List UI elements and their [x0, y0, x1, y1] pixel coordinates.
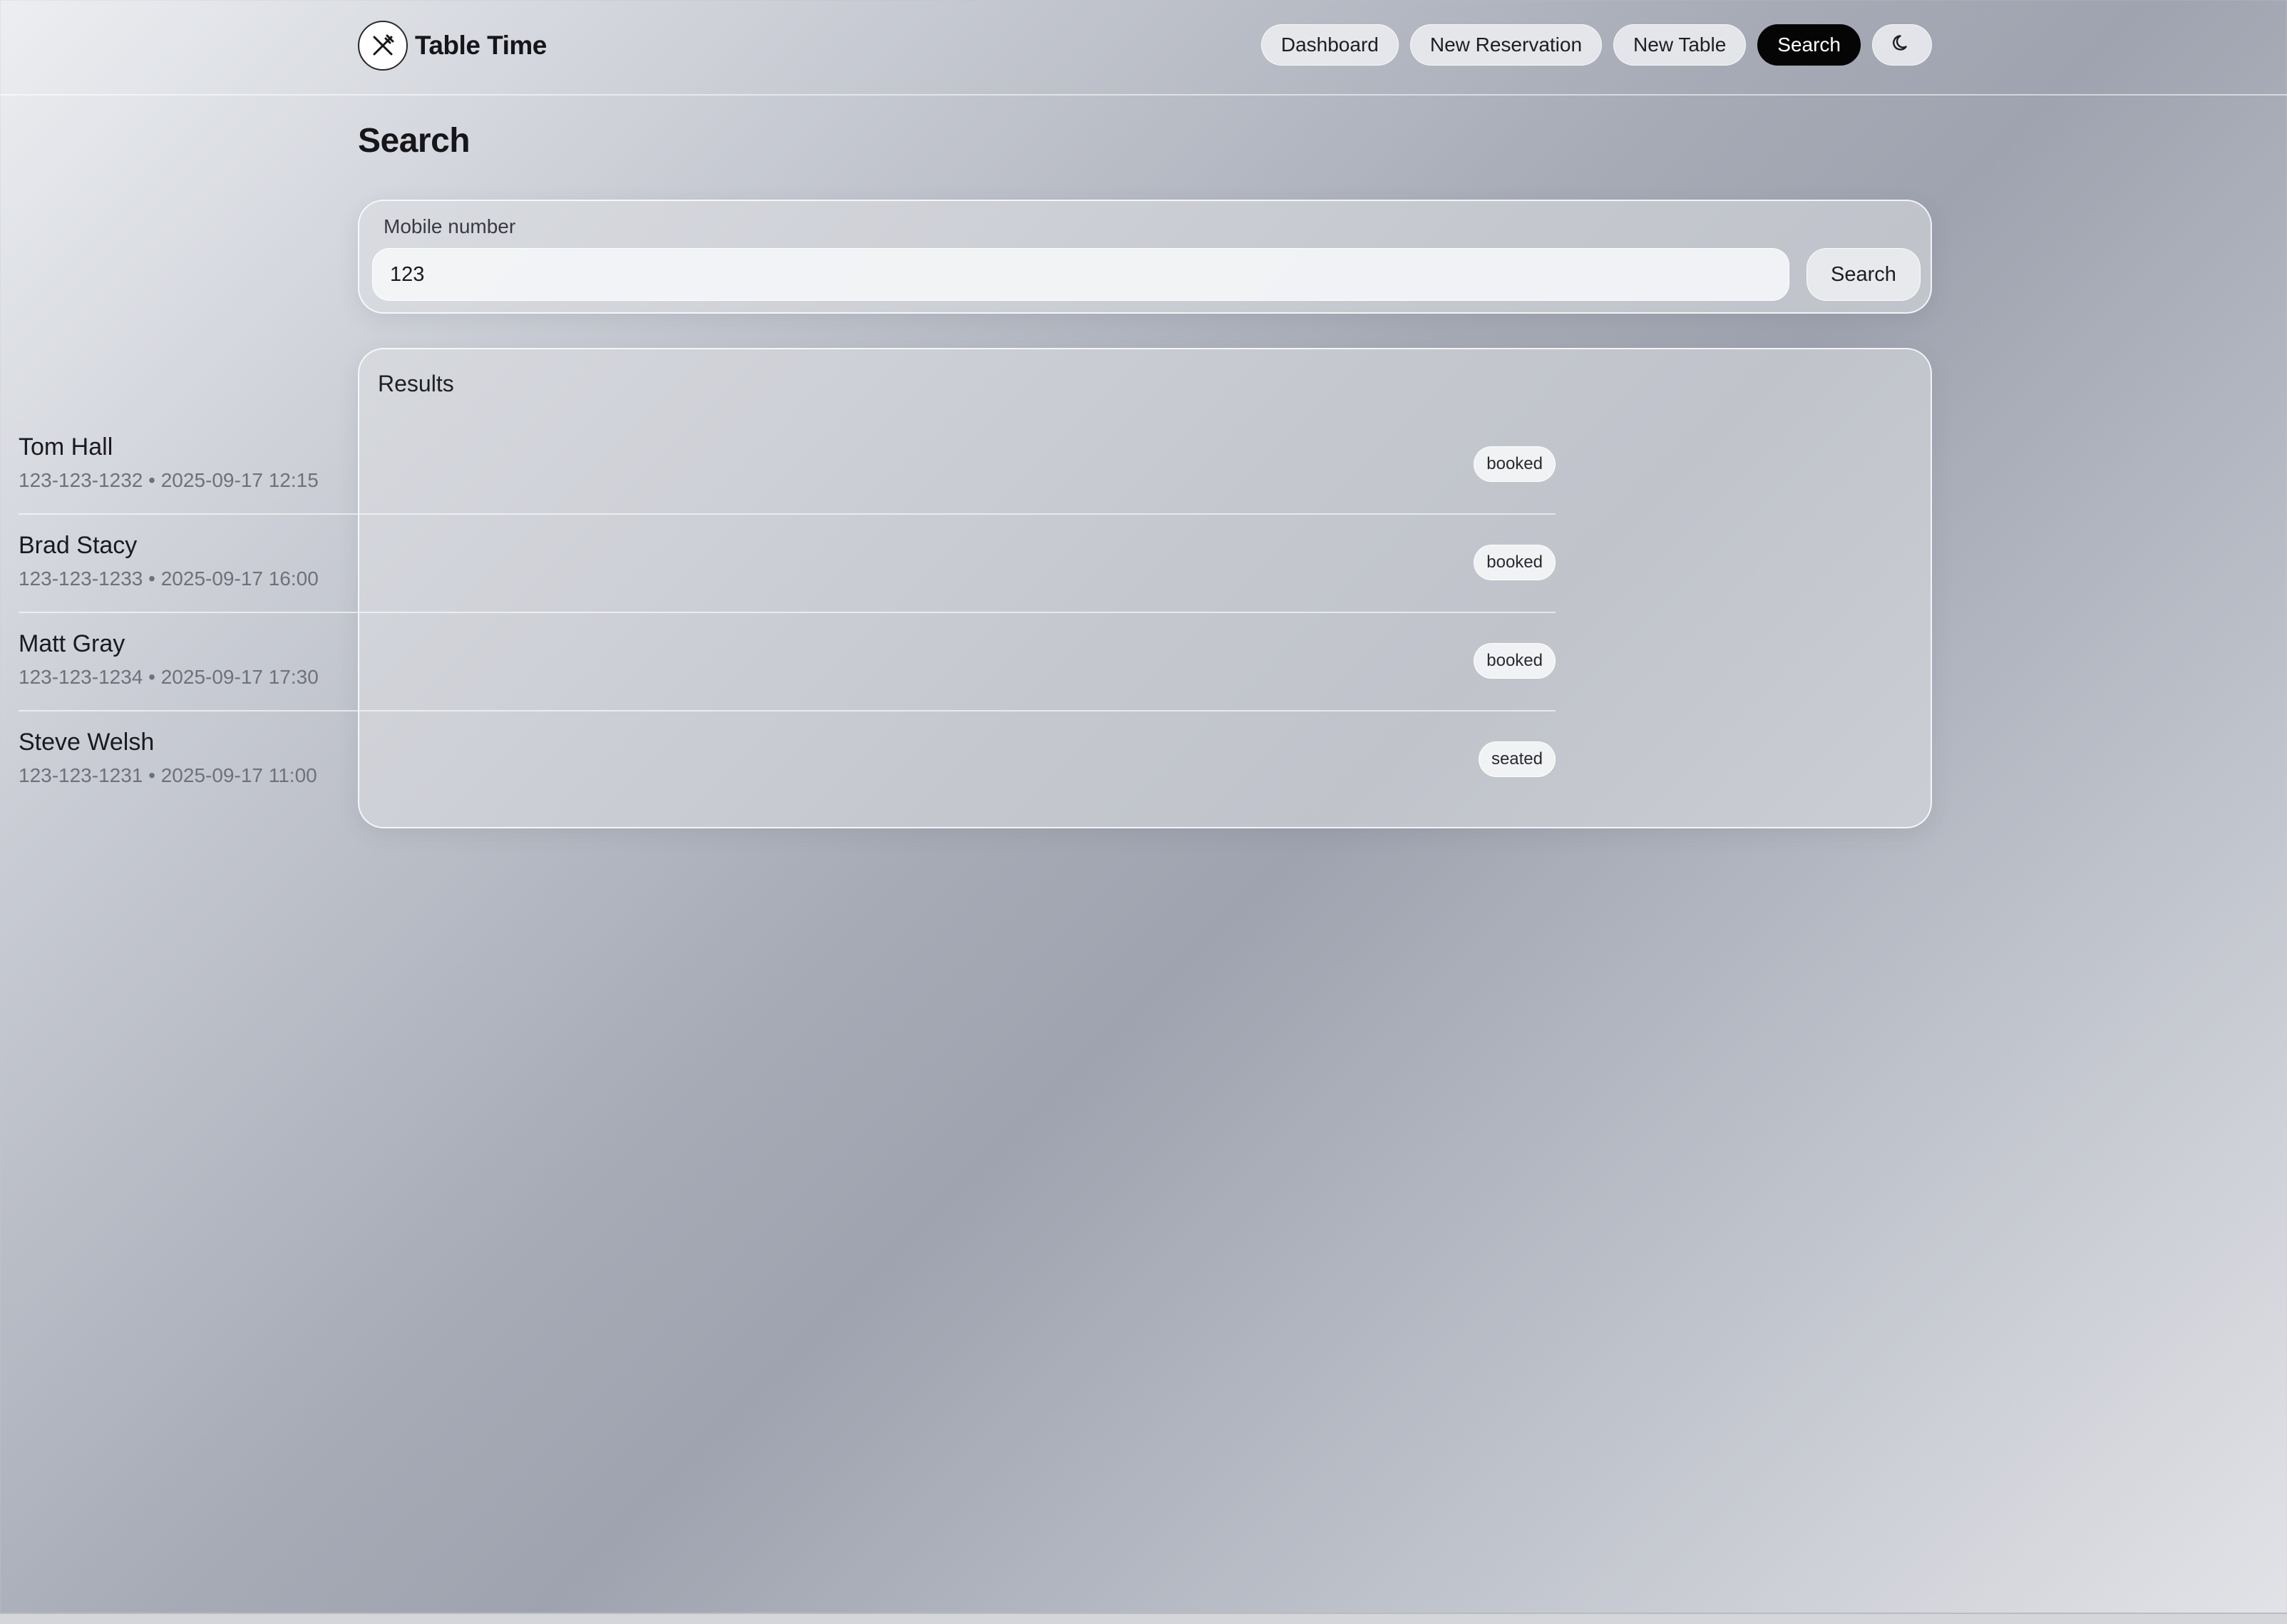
- guest-name: Steve Welsh: [19, 729, 155, 756]
- top-bar: Table Time Dashboard New Reservation New…: [0, 0, 2287, 96]
- result-row[interactable]: Brad Stacy 123-123-1233 • 2025-09-17 16:…: [19, 515, 1556, 613]
- reservation-meta: 123-123-1233 • 2025-09-17 16:00: [19, 567, 319, 590]
- brand[interactable]: Table Time: [358, 19, 547, 73]
- result-row[interactable]: Steve Welsh 123-123-1231 • 2025-09-17 11…: [19, 711, 1556, 810]
- guest-name: Tom Hall: [19, 433, 113, 461]
- status-badge: booked: [1474, 446, 1556, 482]
- main-nav: Dashboard New Reservation New Table Sear…: [1250, 24, 1932, 66]
- nav-new-table-button[interactable]: New Table: [1613, 24, 1747, 66]
- search-form: Mobile number Search: [358, 200, 1932, 314]
- result-row[interactable]: Tom Hall 123-123-1232 • 2025-09-17 12:15…: [19, 416, 1556, 515]
- nav-search-button[interactable]: Search: [1757, 24, 1861, 66]
- fork-knife-icon: [358, 21, 408, 71]
- nav-dashboard-button[interactable]: Dashboard: [1260, 24, 1399, 66]
- nav-new-reservation-button[interactable]: New Reservation: [1409, 24, 1603, 66]
- reservation-meta: 123-123-1234 • 2025-09-17 17:30: [19, 666, 319, 688]
- reservation-meta: 123-123-1232 • 2025-09-17 12:15: [19, 469, 319, 491]
- moon-icon: [1891, 32, 1913, 58]
- results-title: Results: [378, 371, 454, 396]
- result-row[interactable]: Matt Gray 123-123-1234 • 2025-09-17 17:3…: [19, 613, 1556, 711]
- app-name: Table Time: [415, 31, 547, 60]
- mobile-number-input[interactable]: [372, 248, 1789, 301]
- search-submit-button[interactable]: Search: [1807, 248, 1921, 301]
- status-badge: seated: [1478, 741, 1556, 777]
- reservation-meta: 123-123-1231 • 2025-09-17 11:00: [19, 764, 317, 786]
- mobile-number-label: Mobile number: [384, 215, 516, 237]
- page-title: Search: [358, 122, 471, 160]
- guest-name: Brad Stacy: [19, 532, 138, 559]
- theme-toggle-button[interactable]: [1872, 24, 1932, 66]
- status-badge: booked: [1474, 545, 1556, 580]
- guest-name: Matt Gray: [19, 630, 125, 657]
- status-badge: booked: [1474, 643, 1556, 679]
